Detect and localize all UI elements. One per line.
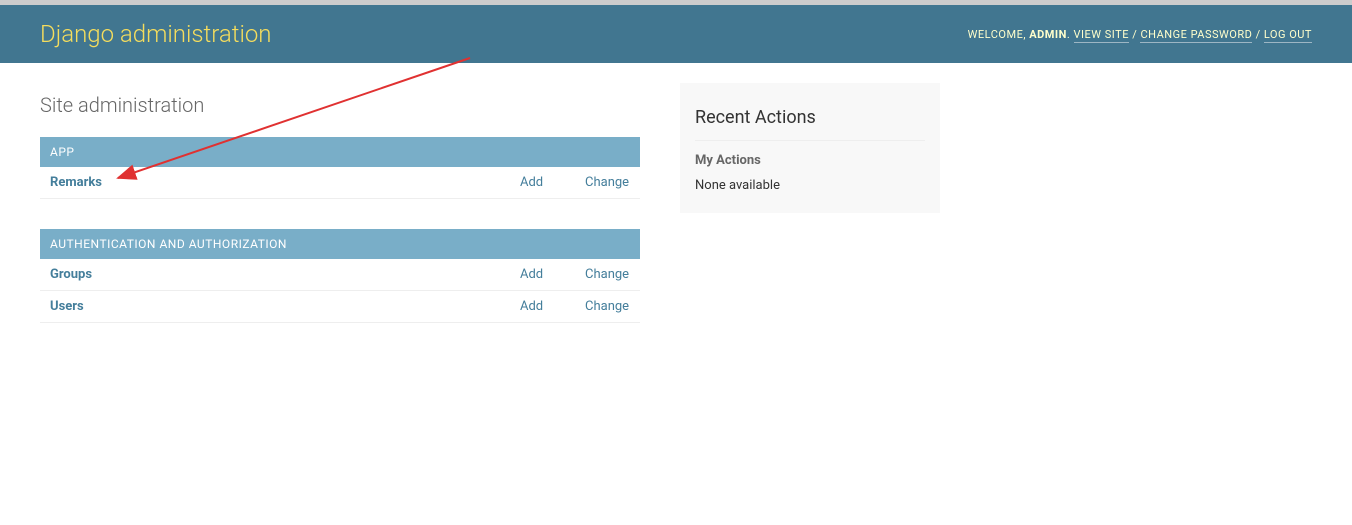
app-module-auth: AUTHENTICATION AND AUTHORIZATION Groups …: [40, 229, 640, 323]
recent-actions-empty: None available: [695, 178, 925, 193]
table-row: Users Add Change: [40, 291, 640, 323]
user-tools: WELCOME, ADMIN. VIEW SITE / CHANGE PASSW…: [968, 28, 1312, 41]
model-link-remarks[interactable]: Remarks: [50, 175, 102, 190]
recent-actions-title: Recent Actions: [695, 93, 925, 141]
change-password-link[interactable]: CHANGE PASSWORD: [1140, 28, 1252, 43]
page-title: Site administration: [40, 93, 640, 117]
content-main: Site administration APP Remarks Add Chan…: [40, 83, 640, 353]
add-link-groups[interactable]: Add: [520, 267, 543, 282]
recent-actions-subtitle: My Actions: [695, 153, 925, 168]
model-link-groups[interactable]: Groups: [50, 267, 92, 282]
header-bar: Django administration WELCOME, ADMIN. VI…: [0, 5, 1352, 63]
add-link-remarks[interactable]: Add: [520, 175, 543, 190]
module-caption-app[interactable]: APP: [40, 137, 640, 167]
content-area: Site administration APP Remarks Add Chan…: [0, 63, 1352, 373]
view-site-link[interactable]: VIEW SITE: [1074, 28, 1129, 43]
app-module-app: APP Remarks Add Change: [40, 137, 640, 199]
welcome-text: WELCOME,: [968, 28, 1026, 41]
change-link-remarks[interactable]: Change: [585, 175, 629, 190]
username: ADMIN: [1029, 28, 1067, 41]
add-link-users[interactable]: Add: [520, 299, 543, 314]
table-row: Groups Add Change: [40, 259, 640, 291]
logout-link[interactable]: LOG OUT: [1264, 28, 1312, 43]
change-link-groups[interactable]: Change: [585, 267, 629, 282]
model-link-users[interactable]: Users: [50, 299, 84, 314]
change-link-users[interactable]: Change: [585, 299, 629, 314]
module-caption-auth[interactable]: AUTHENTICATION AND AUTHORIZATION: [40, 229, 640, 259]
content-sidebar: Recent Actions My Actions None available: [680, 83, 940, 213]
recent-actions-module: Recent Actions My Actions None available: [680, 83, 940, 213]
table-row: Remarks Add Change: [40, 167, 640, 199]
site-branding[interactable]: Django administration: [40, 20, 272, 48]
